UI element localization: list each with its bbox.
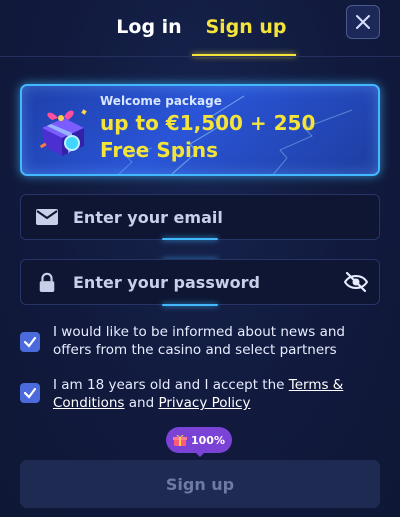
password-input[interactable] (73, 260, 333, 304)
privacy-policy-link[interactable]: Privacy Policy (158, 395, 250, 411)
eye-off-icon[interactable] (343, 271, 369, 293)
age-consent-prefix: I am 18 years old and I accept the (53, 377, 289, 393)
auth-tabs: Log in Sign up (0, 0, 400, 57)
progress-badge-tail (194, 451, 206, 457)
news-consent-label: I would like to be informed about news a… (53, 324, 346, 358)
age-consent-checkbox[interactable] (20, 383, 40, 403)
progress-badge: 100% (166, 427, 232, 453)
sign-up-button[interactable]: Sign up (20, 460, 380, 508)
progress-badge-label: 100% (191, 433, 225, 447)
gift-icon (39, 109, 87, 156)
tab-log-in[interactable]: Log in (114, 12, 184, 42)
welcome-package-banner: Welcome package up to €1,500 + 250 Free … (20, 84, 380, 176)
banner-headline: up to €1,500 + 250 Free Spins (100, 111, 316, 162)
checkmark-icon (23, 336, 37, 348)
envelope-icon (36, 209, 58, 225)
lock-icon (39, 272, 55, 292)
checkmark-icon (23, 387, 37, 399)
password-field-glow (162, 304, 218, 306)
gift-badge-icon (173, 434, 187, 446)
banner-eyebrow: Welcome package (100, 94, 222, 108)
age-consent-label: I am 18 years old and I accept the Terms… (53, 376, 378, 412)
password-field[interactable] (20, 259, 380, 305)
email-input[interactable] (73, 195, 333, 239)
tab-sign-up[interactable]: Sign up (196, 12, 296, 42)
tabs-divider (0, 56, 400, 57)
close-icon (356, 15, 370, 29)
age-consent-and: and (124, 395, 159, 411)
email-field-glow (162, 238, 218, 240)
email-field[interactable] (20, 194, 380, 240)
close-button[interactable] (346, 5, 380, 39)
news-consent-checkbox[interactable] (20, 332, 40, 352)
